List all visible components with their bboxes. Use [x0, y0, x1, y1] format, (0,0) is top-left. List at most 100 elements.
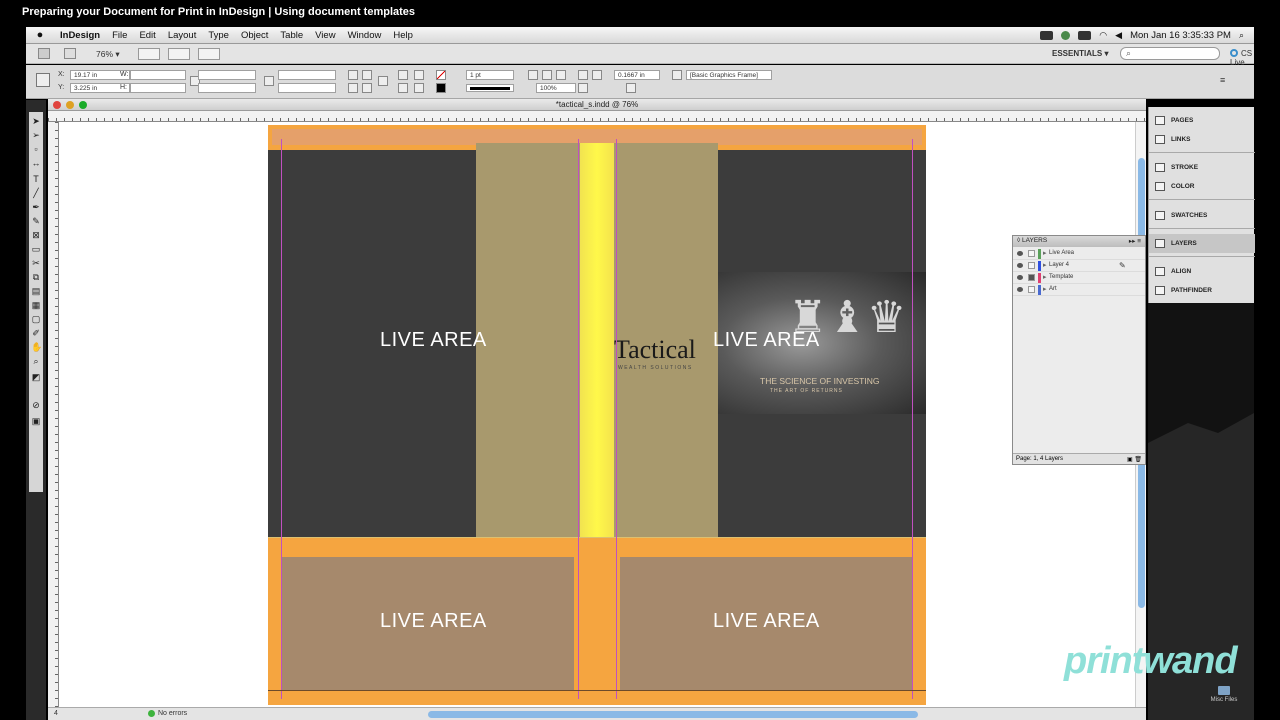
volume-icon[interactable]: ◀	[1115, 30, 1122, 41]
panel-collapse-icon[interactable]: ▸▸ ≡	[1129, 237, 1141, 245]
hand-tool-icon[interactable]: ✋	[31, 342, 42, 352]
type-tool-icon[interactable]: T	[31, 174, 41, 184]
layer-row[interactable]: ▸ Live Area	[1013, 248, 1145, 260]
expand-triangle-icon[interactable]: ▸	[1043, 285, 1047, 293]
lock-icon[interactable]	[1028, 274, 1035, 281]
visibility-eye-icon[interactable]	[1017, 287, 1023, 292]
line-tool-icon[interactable]: ╱	[31, 188, 41, 198]
flip-horizontal-icon[interactable]	[348, 83, 358, 93]
menu-window[interactable]: Window	[342, 30, 388, 41]
layer-row[interactable]: ▸ Art	[1013, 284, 1145, 296]
text-wrap-2-icon[interactable]	[592, 70, 602, 80]
view-options-button[interactable]	[138, 48, 160, 60]
horizontal-ruler[interactable]	[48, 111, 1146, 122]
fit-frame-icon[interactable]	[542, 70, 552, 80]
height-field[interactable]	[130, 83, 186, 93]
sync-icon[interactable]	[1061, 30, 1071, 40]
panel-menu-icon[interactable]: ≡	[1220, 75, 1225, 85]
preflight-status-text[interactable]: No errors	[158, 710, 187, 717]
lock-toggle[interactable]	[1028, 262, 1035, 269]
stroke-type-select[interactable]	[466, 84, 514, 92]
layer-row[interactable]: ▸ Template	[1013, 272, 1145, 284]
object-style-select[interactable]: [Basic Graphics Frame]	[686, 70, 772, 80]
apply-none-icon[interactable]: ⊘	[31, 400, 41, 410]
arrange-documents-button[interactable]	[198, 48, 220, 60]
free-transform-tool-icon[interactable]: ⧉	[31, 272, 41, 282]
flip-vertical-icon[interactable]	[362, 83, 372, 93]
menu-type[interactable]: Type	[202, 30, 235, 41]
vertical-ruler[interactable]	[48, 122, 59, 710]
dock-item-color[interactable]: COLOR	[1149, 177, 1255, 196]
app-tray-icon[interactable]	[1078, 30, 1092, 40]
constrain-scale-icon[interactable]	[264, 76, 274, 86]
bridge-icon[interactable]	[38, 48, 50, 59]
rotate-cw-icon[interactable]	[348, 70, 358, 80]
width-field[interactable]	[130, 70, 186, 80]
fill-stroke-icon[interactable]: ◩	[31, 372, 41, 382]
rotation-field[interactable]	[278, 70, 336, 80]
apple-menu-icon[interactable]: ●	[26, 29, 54, 41]
workspace-switcher[interactable]: ESSENTIALS ▾	[1052, 49, 1108, 58]
menu-view[interactable]: View	[309, 30, 341, 41]
horizontal-scroll-thumb[interactable]	[428, 711, 918, 718]
visibility-eye-icon[interactable]	[1017, 263, 1023, 268]
menu-app-name[interactable]: InDesign	[54, 30, 106, 41]
spotlight-search-icon[interactable]: ⌕	[1239, 30, 1244, 41]
dock-item-align[interactable]: ALIGN	[1149, 262, 1255, 281]
visibility-eye-icon[interactable]	[1017, 275, 1023, 280]
stroke-swatch-icon[interactable]	[436, 83, 446, 93]
stroke-weight-field[interactable]: 1 pt	[466, 70, 514, 80]
gradient-tool-icon[interactable]: ▤	[31, 286, 41, 296]
search-input[interactable]: ⌕	[1120, 47, 1220, 60]
layers-panel-header[interactable]: ◊ LAYERS ▸▸ ≡	[1013, 236, 1145, 247]
rectangle-tool-icon[interactable]: ▭	[31, 244, 41, 254]
menu-object[interactable]: Object	[235, 30, 274, 41]
fit-content-icon[interactable]	[528, 70, 538, 80]
pencil-tool-icon[interactable]: ✎	[31, 216, 41, 226]
select-container-icon[interactable]	[398, 70, 408, 80]
misc-files-folder[interactable]: Misc Files	[1206, 686, 1242, 703]
zoom-window-icon[interactable]	[79, 101, 87, 109]
lock-toggle[interactable]	[1028, 286, 1035, 293]
layer-name[interactable]: Layer 4	[1049, 262, 1069, 268]
expand-triangle-icon[interactable]: ▸	[1043, 273, 1047, 281]
align-icon[interactable]	[578, 83, 588, 93]
rotate-ccw-icon[interactable]	[362, 70, 372, 80]
gradient-feather-tool-icon[interactable]: ▦	[31, 300, 41, 310]
dock-item-pages[interactable]: PAGES	[1149, 111, 1255, 130]
object-style-icon[interactable]	[672, 70, 682, 80]
reference-point-icon[interactable]	[36, 73, 50, 87]
expand-triangle-icon[interactable]: ▸	[1043, 261, 1047, 269]
expand-triangle-icon[interactable]: ▸	[1043, 249, 1047, 257]
layer-name[interactable]: Live Area	[1049, 250, 1074, 256]
text-wrap-icon[interactable]	[578, 70, 588, 80]
camera-icon[interactable]	[1040, 30, 1054, 40]
selection-tool-icon[interactable]: ➤	[31, 116, 41, 126]
minimize-window-icon[interactable]	[66, 101, 74, 109]
menu-table[interactable]: Table	[274, 30, 309, 41]
zoom-level[interactable]: 76% ▾	[96, 49, 120, 60]
direct-selection-tool-icon[interactable]: ➢	[31, 130, 41, 140]
scale-y-field[interactable]	[198, 83, 256, 93]
pen-tool-icon[interactable]: ✒	[31, 202, 41, 212]
opacity-field[interactable]: 100%	[536, 83, 576, 93]
effects-fx-icon[interactable]	[556, 70, 566, 80]
minibridge-icon[interactable]	[64, 48, 76, 59]
layer-name[interactable]: Template	[1049, 274, 1073, 280]
screen-mode-icon[interactable]: ▣	[31, 416, 41, 426]
visibility-eye-icon[interactable]	[1017, 251, 1023, 256]
select-content-icon[interactable]	[398, 83, 408, 93]
dock-item-links[interactable]: LINKS	[1149, 130, 1255, 149]
wifi-icon[interactable]: ◠	[1099, 30, 1107, 41]
layer-row[interactable]: ▸ Layer 4 ✎	[1013, 260, 1145, 272]
artboard[interactable]: ♜♝♛ THE SCIENCE OF INVESTING THE ART OF …	[268, 125, 926, 705]
menu-file[interactable]: File	[106, 30, 133, 41]
gap-tool-icon[interactable]: ↔	[31, 158, 41, 168]
shear-field[interactable]	[278, 83, 336, 93]
dock-item-layers[interactable]: LAYERS	[1149, 234, 1255, 253]
rectangle-frame-tool-icon[interactable]: ⊠	[31, 230, 41, 240]
zoom-tool-icon[interactable]: ⌕	[31, 356, 41, 366]
select-next-icon[interactable]	[414, 83, 424, 93]
eyedropper-tool-icon[interactable]: ✐	[31, 328, 41, 338]
note-tool-icon[interactable]: ▢	[31, 314, 41, 324]
